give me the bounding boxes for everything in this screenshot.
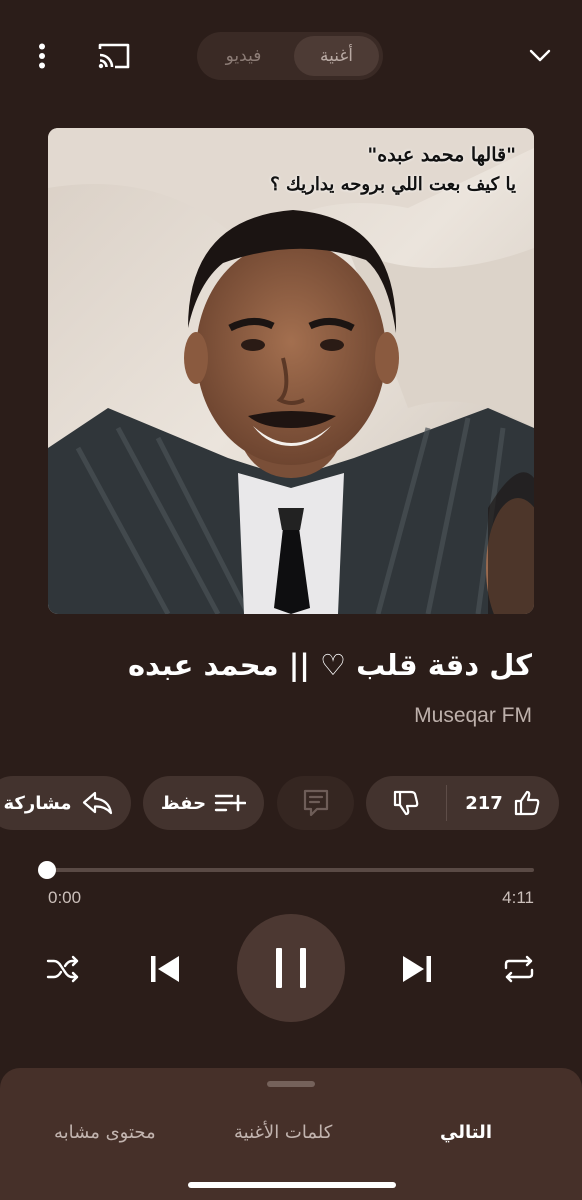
artist-name[interactable]: Museqar FM xyxy=(414,704,532,728)
save-label: حفظ xyxy=(160,792,207,814)
caption-line-1: "قالها محمد عبده" xyxy=(367,144,516,166)
progress-track[interactable] xyxy=(48,868,534,872)
repeat-button[interactable] xyxy=(496,946,542,992)
like-button[interactable]: 217 xyxy=(447,789,559,817)
chevron-down-icon xyxy=(529,49,551,62)
pause-icon xyxy=(276,948,306,988)
like-dislike-group: 217 xyxy=(366,776,559,830)
caption-line-2: يا كيف بعت اللي بروحه يداريك ؟ xyxy=(270,174,516,195)
album-art: "قالها محمد عبده" يا كيف بعت اللي بروحه … xyxy=(48,128,534,614)
progress-thumb[interactable] xyxy=(38,861,56,879)
more-vert-icon xyxy=(39,43,45,69)
album-art-caption: "قالها محمد عبده" يا كيف بعت اللي بروحه … xyxy=(196,140,516,200)
playlist-add-icon xyxy=(214,794,247,812)
cast-button[interactable] xyxy=(92,34,136,78)
dislike-button[interactable] xyxy=(366,789,446,817)
share-label: مشاركة xyxy=(3,792,72,814)
share-icon xyxy=(83,791,113,815)
tab-related[interactable]: محتوى مشابه xyxy=(54,1122,156,1143)
top-bar: فيديو أغنية xyxy=(0,0,582,115)
thumbs-down-icon xyxy=(393,790,419,816)
action-bar: مشاركة حفظ 217 xyxy=(0,776,582,832)
skip-next-icon xyxy=(403,956,431,982)
album-art-image xyxy=(48,128,534,614)
duration: 4:11 xyxy=(502,888,534,907)
comments-button[interactable] xyxy=(277,776,354,830)
repeat-icon xyxy=(504,955,534,983)
comment-icon xyxy=(303,789,328,817)
collapse-button[interactable] xyxy=(518,34,562,78)
save-to-playlist-button[interactable]: حفظ xyxy=(143,776,264,830)
shuffle-button[interactable] xyxy=(40,946,86,992)
skip-previous-icon xyxy=(151,956,179,982)
music-player-screen: فيديو أغنية "قالها محمد عبده" يا كيف بعت… xyxy=(0,0,582,1200)
share-button[interactable]: مشاركة xyxy=(0,776,131,830)
tab-up-next[interactable]: التالي xyxy=(440,1122,492,1143)
sheet-drag-handle[interactable] xyxy=(267,1081,315,1087)
next-button[interactable] xyxy=(392,944,442,994)
previous-button[interactable] xyxy=(140,944,190,994)
cast-icon xyxy=(98,43,130,69)
shuffle-icon xyxy=(46,955,79,983)
tab-video[interactable]: فيديو xyxy=(201,36,286,76)
song-video-toggle: فيديو أغنية xyxy=(197,32,383,80)
song-title: كل دقة قلب ♡ || محمد عبده xyxy=(127,648,532,682)
likes-count: 217 xyxy=(465,792,503,814)
tab-lyrics[interactable]: كلمات الأغنية xyxy=(234,1122,332,1143)
current-time: 0:00 xyxy=(48,888,82,907)
thumbs-up-icon xyxy=(514,790,540,816)
more-options-button[interactable] xyxy=(20,34,64,78)
tab-song[interactable]: أغنية xyxy=(294,36,379,76)
play-pause-button[interactable] xyxy=(237,914,345,1022)
bottom-sheet: التالي كلمات الأغنية محتوى مشابه xyxy=(0,1068,582,1200)
home-indicator xyxy=(188,1182,396,1188)
